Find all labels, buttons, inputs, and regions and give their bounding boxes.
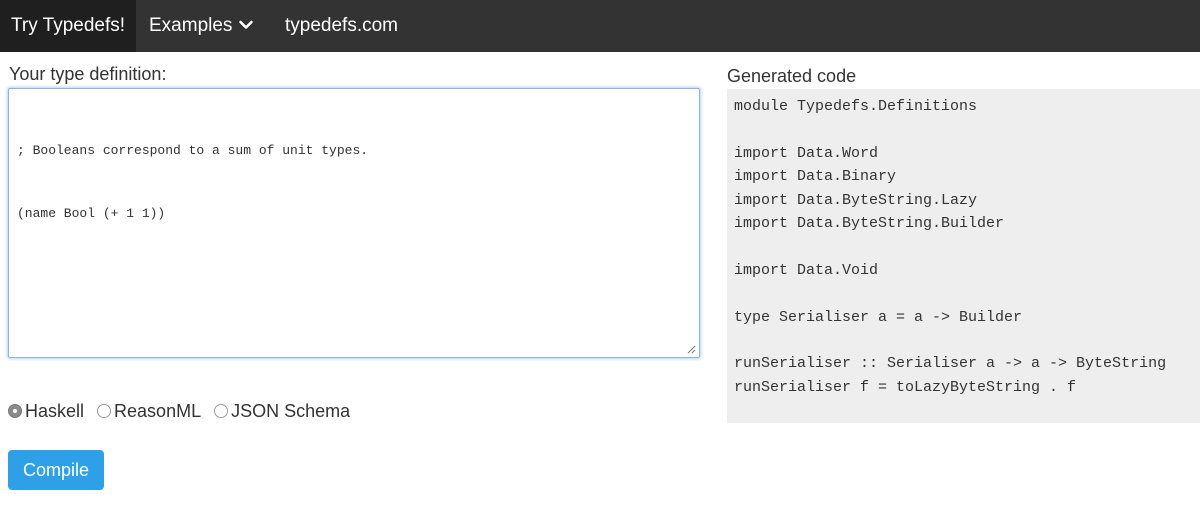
radio-label: ReasonML — [114, 400, 202, 421]
compile-button[interactable]: Compile — [8, 450, 104, 490]
code-line: import Data.Binary — [734, 168, 897, 186]
editor-line: (name Bool (+ 1 1)) — [17, 206, 166, 221]
brand-link[interactable]: Try Typedefs! — [0, 0, 136, 52]
generated-code-panel: module Typedefs.Definitions import Data.… — [727, 89, 1200, 423]
editor-line: ; Booleans correspond to a sum of unit t… — [17, 143, 369, 158]
top-navbar: Try Typedefs! Examples typedefs.com — [0, 0, 1200, 52]
generated-code-label: Generated code — [727, 66, 857, 86]
radio-label: JSON Schema — [231, 400, 351, 421]
radio-haskell[interactable]: Haskell — [8, 401, 84, 422]
chevron-down-icon — [239, 20, 254, 29]
code-line: runSerialiser :: Serialiser a -> a -> By… — [734, 355, 1167, 373]
examples-label: Examples — [149, 15, 233, 36]
code-line: import Data.Void — [734, 261, 879, 279]
type-definition-editor[interactable]: ; Booleans correspond to a sum of unit t… — [8, 88, 700, 358]
examples-dropdown[interactable]: Examples — [149, 0, 254, 52]
site-link[interactable]: typedefs.com — [285, 0, 398, 52]
code-line: import Data.ByteString.Builder — [734, 214, 1005, 232]
radio-button[interactable] — [214, 404, 229, 418]
code-line: type Serialiser a = a -> Builder — [734, 308, 1023, 326]
radio-label: Haskell — [25, 400, 85, 421]
target-language-group: Haskell ReasonML JSON Schema — [8, 399, 363, 423]
radio-reasonml[interactable]: ReasonML — [97, 401, 201, 422]
radio-json-schema[interactable]: JSON Schema — [214, 401, 350, 422]
code-line: import Data.ByteString.Lazy — [734, 191, 978, 209]
type-definition-label: Your type definition: — [9, 64, 167, 84]
code-line: module Typedefs.Definitions — [734, 98, 978, 115]
code-line: import Data.Word — [734, 144, 879, 162]
radio-button[interactable] — [97, 404, 112, 418]
radio-button-checked[interactable] — [8, 404, 22, 418]
code-line: runSerialiser f = toLazyByteString . f — [734, 378, 1077, 396]
resize-grip-icon[interactable] — [687, 345, 696, 354]
